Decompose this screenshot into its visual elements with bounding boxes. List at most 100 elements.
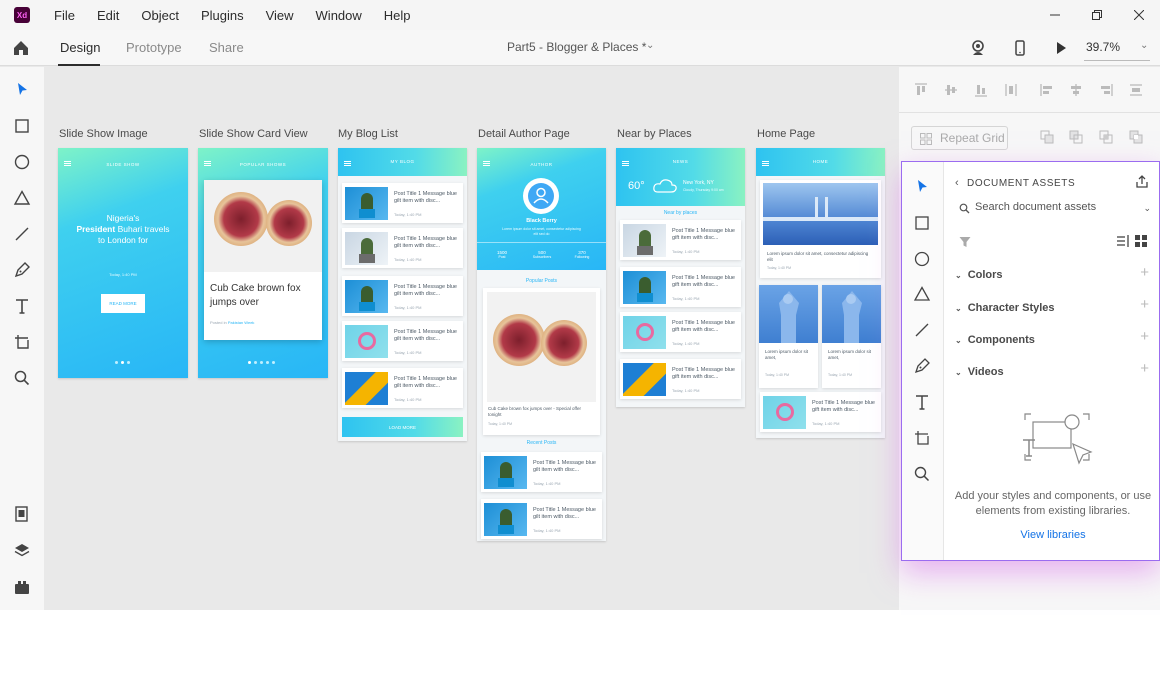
zoom-level[interactable]: 39.7% [1086, 40, 1120, 54]
chevron-down-icon[interactable]: ⌄ [1143, 203, 1151, 214]
list-item[interactable]: Post Title 1 Message blue gilt item with… [481, 499, 602, 539]
chevron-down-icon[interactable]: ⌄ [1140, 40, 1148, 51]
grid-card[interactable]: Lorem ipsum dolor sit amet, Today, 1:40 … [759, 285, 818, 388]
menu-object[interactable]: Object [141, 8, 179, 23]
align-left-icon[interactable] [1039, 82, 1055, 98]
list-item[interactable]: Post Title 1 Message blue gilt item with… [342, 183, 463, 223]
menu-plugins[interactable]: Plugins [201, 8, 244, 23]
list-view-icon[interactable] [1117, 235, 1129, 247]
list-item[interactable]: Post Title 1 Message blue gift item with… [620, 220, 741, 260]
artboard-near-by-places[interactable]: NEWS 60° New York, NY Cloudy, Thursday 9… [616, 148, 745, 407]
select-icon[interactable] [913, 178, 931, 196]
restore-icon[interactable] [1076, 0, 1118, 30]
artboard-label-slide-show-image[interactable]: Slide Show Image [59, 128, 148, 140]
list-item[interactable]: Post Title 1 Message blue gift item with… [620, 267, 741, 307]
tab-prototype[interactable]: Prototype [126, 40, 182, 55]
section-character-styles[interactable]: ⌄ Character Styles [955, 302, 1055, 314]
share-icon[interactable] [1135, 175, 1149, 189]
grid-view-icon[interactable] [1135, 235, 1147, 247]
post-card[interactable]: Cub Cake brown fox jumps over Posted in … [204, 180, 322, 340]
artboard-label-slide-show-card-view[interactable]: Slide Show Card View [199, 128, 308, 140]
section-colors[interactable]: ⌄ Colors [955, 269, 1003, 281]
assets-icon[interactable] [12, 504, 32, 524]
plugins-icon[interactable] [12, 577, 32, 597]
menu-file[interactable]: File [54, 8, 75, 23]
list-item[interactable]: Post Title 1 Message blue gilt item with… [342, 368, 463, 408]
load-more-button[interactable]: LOAD MORE [342, 417, 463, 437]
add-character-style-icon[interactable]: + [1140, 296, 1149, 313]
repeat-grid-button[interactable]: Repeat Grid [911, 126, 1008, 150]
list-item[interactable]: Post Title 1 Message blue gift item with… [760, 392, 881, 432]
section-components[interactable]: ⌄ Components [955, 334, 1035, 346]
close-icon[interactable] [1118, 0, 1160, 30]
list-item[interactable]: Post Title 1 Message blue gilt item with… [342, 228, 463, 268]
menu-window[interactable]: Window [316, 8, 362, 23]
align-top-icon[interactable] [913, 82, 929, 98]
intersect-icon[interactable] [1098, 129, 1114, 145]
filter-icon[interactable] [959, 236, 971, 248]
list-item[interactable]: Post Title 1 Message blue gift item with… [620, 359, 741, 399]
add-color-icon[interactable]: + [1140, 264, 1149, 281]
artboard-slide-show-image[interactable]: SLIDE SHOW Nigeria's President Buhari tr… [58, 148, 188, 378]
rectangle-icon[interactable] [12, 116, 32, 136]
list-item[interactable]: Post Title 1 Message blue gilt item with… [342, 321, 463, 361]
add-icon[interactable] [1039, 129, 1055, 145]
triangle-icon[interactable] [913, 285, 931, 303]
pen-icon[interactable] [913, 357, 931, 375]
artboard-slide-show-card-view[interactable]: POPULAR SHOWS Cub Cake brown fox jumps o… [198, 148, 328, 378]
artboard-label-detail-author-page[interactable]: Detail Author Page [478, 128, 570, 140]
align-middle-icon[interactable] [943, 82, 959, 98]
distribute-horizontal-icon[interactable] [1128, 82, 1144, 98]
artboard-label-my-blog-list[interactable]: My Blog List [338, 128, 398, 140]
artboard-icon[interactable] [12, 332, 32, 352]
text-icon[interactable] [913, 393, 931, 411]
menu-help[interactable]: Help [384, 8, 411, 23]
artboard-icon[interactable] [913, 429, 931, 447]
artboard-my-blog-list[interactable]: MY BLOG Post Title 1 Message blue gilt i… [338, 148, 467, 441]
view-libraries-link[interactable]: View libraries [953, 529, 1153, 541]
nearby-heading[interactable]: Near by places [616, 210, 745, 216]
search-assets-input[interactable]: Search document assets [975, 201, 1096, 213]
grid-card[interactable]: Lorem ipsum dolor sit amet, Today, 1:40 … [822, 285, 881, 388]
document-title[interactable]: Part5 - Blogger & Places * [507, 40, 646, 54]
tab-share[interactable]: Share [209, 40, 244, 55]
align-bottom-icon[interactable] [973, 82, 989, 98]
play-icon[interactable] [1052, 39, 1070, 57]
align-right-icon[interactable] [1098, 82, 1114, 98]
tab-design[interactable]: Design [60, 40, 100, 55]
hero-card[interactable]: Lorem ipsum dolor sit amet, consectetur … [760, 180, 881, 278]
artboard-label-near-by-places[interactable]: Near by Places [617, 128, 692, 140]
ellipse-icon[interactable] [913, 250, 931, 268]
menu-view[interactable]: View [266, 8, 294, 23]
artboard-home-page[interactable]: HOME Lorem ipsum dolor sit amet, consect… [756, 148, 885, 438]
home-icon[interactable] [12, 39, 30, 57]
rectangle-icon[interactable] [913, 214, 931, 232]
line-icon[interactable] [12, 224, 32, 244]
chevron-left-icon[interactable]: ‹ [955, 177, 959, 189]
menu-edit[interactable]: Edit [97, 8, 119, 23]
popular-posts-heading[interactable]: Popular Posts [477, 278, 606, 284]
add-component-icon[interactable]: + [1140, 328, 1149, 345]
zoom-icon[interactable] [913, 465, 931, 483]
triangle-icon[interactable] [12, 188, 32, 208]
design-canvas[interactable]: Slide Show Image SLIDE SHOW Nigeria's Pr… [44, 67, 899, 610]
list-item[interactable]: Post Title 1 Message blue gilt item with… [342, 276, 463, 316]
minimize-icon[interactable] [1034, 0, 1076, 30]
chevron-down-icon[interactable]: ⌄ [646, 40, 654, 51]
zoom-icon[interactable] [12, 368, 32, 388]
user-icon[interactable] [969, 39, 987, 57]
artboard-label-home-page[interactable]: Home Page [757, 128, 815, 140]
pen-icon[interactable] [12, 260, 32, 280]
text-icon[interactable] [12, 296, 32, 316]
read-more-button[interactable]: READ MORE [101, 294, 145, 313]
distribute-vertical-icon[interactable] [1003, 82, 1019, 98]
popular-post-card[interactable]: Cub Cake brown fox jumps over - Special … [483, 288, 600, 435]
list-item[interactable]: Post Title 1 Message blue gift item with… [620, 312, 741, 352]
artboard-detail-author-page[interactable]: AUTHOR Black Berry Lorem ipsum dolor sit… [477, 148, 606, 541]
add-video-icon[interactable]: + [1140, 360, 1149, 377]
list-item[interactable]: Post Title 1 Message blue gilt item with… [481, 452, 602, 492]
align-center-icon[interactable] [1068, 82, 1084, 98]
card-meta-link[interactable]: Pakistan Week [228, 320, 255, 325]
ellipse-icon[interactable] [12, 152, 32, 172]
exclude-icon[interactable] [1128, 129, 1144, 145]
